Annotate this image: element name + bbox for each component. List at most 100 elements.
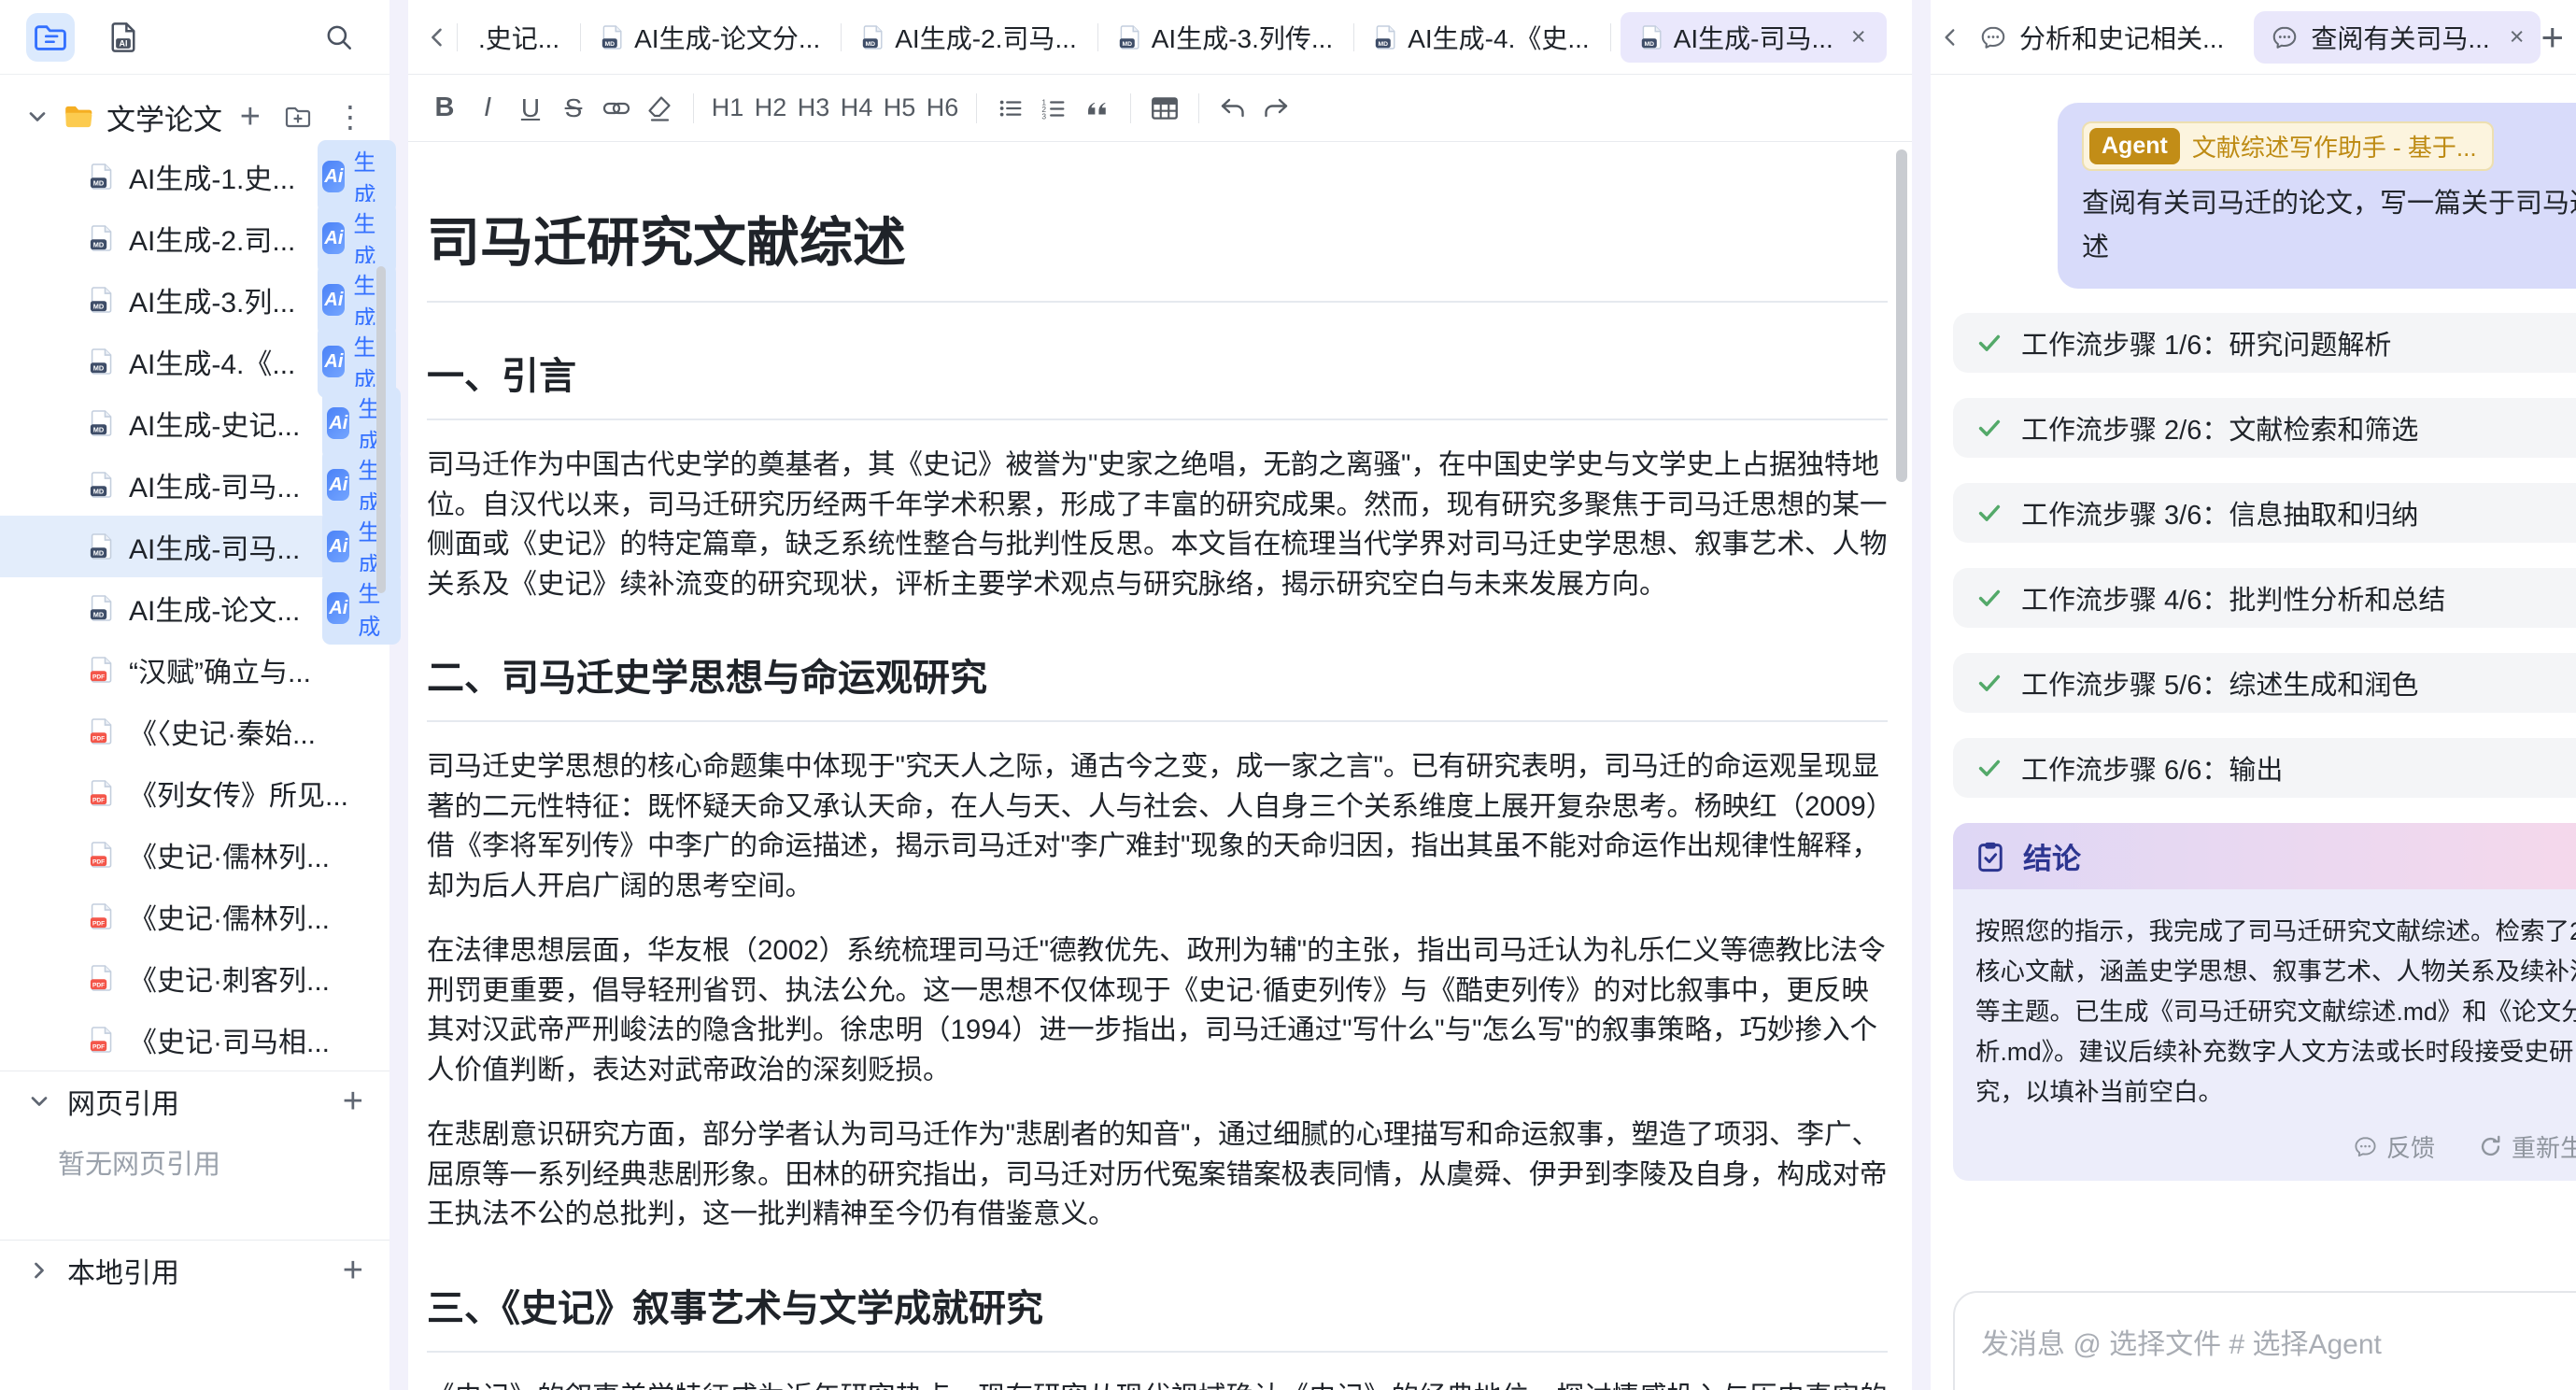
pdf-file-icon — [90, 964, 114, 992]
file-item[interactable]: AI生成-4.《...Ai生成 — [0, 331, 389, 392]
ai-document-icon — [106, 21, 140, 54]
file-item[interactable]: 《史记·儒林列... — [0, 824, 389, 886]
heading5-button[interactable]: H5 — [878, 87, 921, 130]
workflow-step[interactable]: 工作流步骤 2/6：文献检索和筛选 — [1953, 398, 2576, 458]
md-file-icon — [1641, 24, 1663, 50]
file-item-selected[interactable]: AI生成-司马...Ai生成 — [0, 516, 389, 577]
insert-table-button[interactable] — [1143, 87, 1186, 130]
conclusion-text: 按照您的指示，我完成了司马迁研究文献综述。检索了24篇核心文献，涵盖史学思想、叙… — [1975, 912, 2576, 1113]
md-file-icon — [90, 594, 114, 622]
files-view-button[interactable] — [26, 13, 75, 62]
pdf-file-icon — [90, 779, 114, 807]
refresh-icon — [2478, 1134, 2503, 1159]
chat-tabs-scroll-left-button[interactable] — [1938, 18, 1962, 57]
ordered-list-button[interactable] — [1032, 87, 1075, 130]
conclusion-title: 结论 — [2023, 835, 2081, 877]
ai-icon: Ai — [322, 346, 345, 377]
strikethrough-button[interactable]: S — [552, 87, 595, 130]
blockquote-button[interactable] — [1075, 87, 1118, 130]
chat-tab[interactable]: 分析和史记相关... — [1962, 11, 2241, 64]
underline-button[interactable]: U — [509, 87, 552, 130]
file-item[interactable]: 《史记·司马相... — [0, 1009, 389, 1071]
link-button[interactable] — [595, 87, 638, 130]
chat-tab-active[interactable]: 查阅有关司马...× — [2254, 11, 2541, 64]
redo-button[interactable] — [1254, 87, 1297, 130]
italic-button[interactable]: I — [466, 87, 509, 130]
ai-generated-badge: Ai生成 — [322, 572, 401, 645]
clear-format-button[interactable] — [638, 87, 681, 130]
workflow-step[interactable]: 工作流步骤 1/6：研究问题解析 — [1953, 313, 2576, 373]
file-item[interactable]: AI生成-1.史...Ai生成 — [0, 146, 389, 207]
editor-tab-active[interactable]: AI生成-司马...× — [1621, 12, 1887, 63]
regenerate-button[interactable]: 重新生成 — [2478, 1129, 2576, 1164]
editor-tab[interactable]: .史记... — [458, 12, 580, 63]
close-tab-icon[interactable]: × — [1851, 22, 1866, 51]
file-item[interactable]: AI生成-论文...Ai生成 — [0, 577, 389, 639]
check-icon — [1975, 414, 2003, 442]
folder-row[interactable]: 文学论文 + ⋮ — [0, 88, 389, 146]
sidebar-scrollbar[interactable] — [376, 266, 386, 593]
editor-scrollbar[interactable] — [1896, 149, 1907, 482]
workflow-step[interactable]: 工作流步骤 3/6：信息抽取和归纳 — [1953, 483, 2576, 543]
pdf-file-icon — [90, 717, 114, 745]
check-icon — [1975, 584, 2003, 612]
undo-button[interactable] — [1211, 87, 1254, 130]
md-file-icon — [90, 286, 114, 314]
tabs-scroll-left-button[interactable] — [418, 18, 457, 57]
md-file-icon — [1375, 24, 1397, 50]
editor-tab[interactable]: AI生成-论文分... — [581, 12, 841, 63]
feedback-button[interactable]: 反馈 — [2353, 1129, 2435, 1164]
ordered-list-icon — [1040, 94, 1068, 122]
ai-docs-view-button[interactable] — [99, 13, 148, 62]
bullet-list-button[interactable] — [989, 87, 1032, 130]
bold-button[interactable]: B — [423, 87, 466, 130]
folder-more-button[interactable]: ⋮ — [335, 99, 365, 135]
file-item[interactable]: 《列女传》所见... — [0, 762, 389, 824]
heading6-button[interactable]: H6 — [921, 87, 964, 130]
heading2-button[interactable]: H2 — [749, 87, 792, 130]
add-local-reference-button[interactable]: + — [343, 1253, 363, 1288]
editor-tab[interactable]: AI生成-4.《史... — [1354, 12, 1609, 63]
divider — [427, 720, 1888, 722]
file-item[interactable]: AI生成-史记...Ai生成 — [0, 392, 389, 454]
close-tab-icon[interactable]: × — [2510, 22, 2525, 51]
ai-icon: Ai — [322, 161, 345, 192]
editor-tab[interactable]: AI生成-3.列传... — [1098, 12, 1353, 63]
file-item[interactable]: AI生成-2.司...Ai生成 — [0, 207, 389, 269]
local-references-section[interactable]: 本地引用 + — [0, 1241, 389, 1300]
new-chat-button[interactable]: + — [2541, 15, 2564, 60]
workflow-step[interactable]: 工作流步骤 4/6：批判性分析和总结 — [1953, 568, 2576, 628]
file-item[interactable]: AI生成-司马...Ai生成 — [0, 454, 389, 516]
chevron-down-icon[interactable] — [24, 104, 50, 130]
conclusion-card: 结论 按照您的指示，我完成了司马迁研究文献综述。检索了24篇核心文献，涵盖史学思… — [1953, 823, 2576, 1181]
clear-format-icon — [644, 93, 674, 123]
feedback-bubble-icon — [2353, 1134, 2378, 1159]
heading1-button[interactable]: H1 — [706, 87, 749, 130]
add-folder-icon[interactable] — [283, 102, 313, 132]
chevron-down-icon[interactable] — [26, 1088, 52, 1114]
add-file-button[interactable]: + — [240, 99, 261, 135]
folder-icon — [63, 101, 94, 133]
workflow-step[interactable]: 工作流步骤 6/6：输出 — [1953, 738, 2576, 798]
heading4-button[interactable]: H4 — [835, 87, 878, 130]
file-item[interactable]: 《史记·刺客列... — [0, 947, 389, 1009]
file-item[interactable]: 《史记·儒林列... — [0, 886, 389, 947]
document-content[interactable]: 司马迁研究文献综述 一、引言 司马迁作为中国古代史学的奠基者，其《史记》被誉为"… — [408, 142, 1912, 1390]
heading3-button[interactable]: H3 — [792, 87, 835, 130]
agent-chip[interactable]: Agent 文献综述写作助手 - 基于... — [2082, 121, 2494, 171]
search-button[interactable] — [315, 13, 363, 62]
divider — [427, 301, 1888, 303]
add-web-reference-button[interactable]: + — [343, 1084, 363, 1119]
web-references-section[interactable]: 网页引用 + — [0, 1071, 389, 1131]
chat-input[interactable]: 发消息 @ 选择文件 # 选择Agent — [1953, 1291, 2576, 1390]
md-file-icon — [90, 348, 114, 376]
file-item[interactable]: AI生成-3.列...Ai生成 — [0, 269, 389, 331]
table-icon — [1149, 92, 1181, 124]
editor-tab[interactable]: AI生成-2.司马... — [842, 12, 1097, 63]
md-file-icon — [90, 163, 114, 191]
workflow-step[interactable]: 工作流步骤 5/6：综述生成和润色 — [1953, 653, 2576, 713]
chevron-right-icon[interactable] — [26, 1257, 52, 1284]
user-message-text: 查阅有关司马迁的论文，写一篇关于司马迁的文献综述 — [2082, 182, 2576, 270]
file-item[interactable]: “汉赋”确立与... — [0, 639, 389, 701]
file-item[interactable]: 《〈史记·秦始... — [0, 701, 389, 762]
